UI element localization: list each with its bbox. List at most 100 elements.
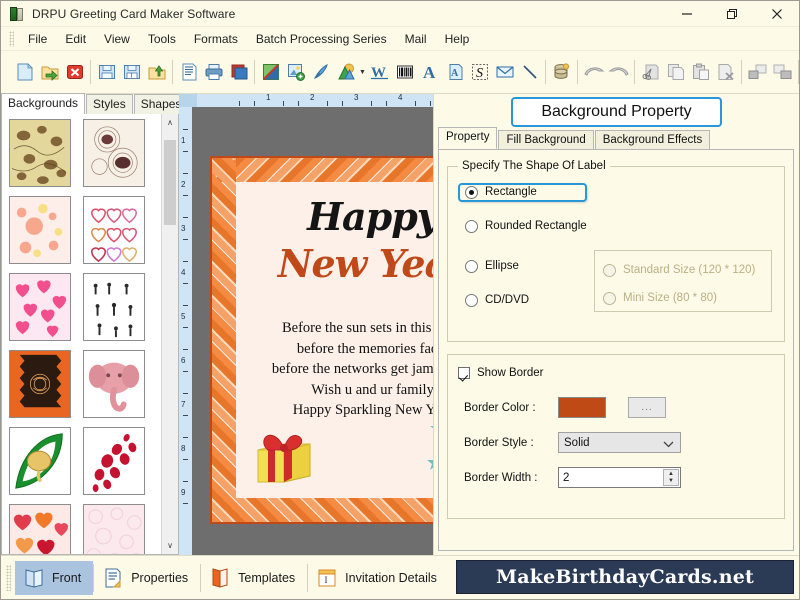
show-border-row[interactable]: Show Border <box>458 363 774 383</box>
scroll-down-arrow-icon[interactable]: ∨ <box>162 537 178 554</box>
background-thumbnail[interactable] <box>9 119 71 187</box>
vertical-ruler: 1 2 3 4 5 6 7 8 9 <box>179 107 192 555</box>
border-style-select[interactable]: Solid <box>558 432 681 453</box>
checkbox-show-border[interactable] <box>458 367 470 379</box>
stepper-buttons[interactable]: ▲ ▼ <box>663 469 679 486</box>
bottom-button-properties[interactable]: Properties <box>94 561 200 595</box>
open-folder-icon[interactable] <box>37 57 62 87</box>
scrollbar-thumb[interactable] <box>164 140 176 225</box>
background-thumbnail[interactable] <box>9 196 71 264</box>
background-thumbnail[interactable] <box>9 504 71 554</box>
bottom-button-invitation-details[interactable]: I Invitation Details <box>308 561 449 595</box>
menu-view[interactable]: View <box>95 29 139 49</box>
database-icon[interactable] <box>549 57 574 87</box>
bottom-button-front[interactable]: Front <box>15 561 93 595</box>
minimize-button[interactable] <box>664 1 709 27</box>
delete-page-icon[interactable] <box>713 57 738 87</box>
redo-arrow-icon[interactable] <box>606 57 631 87</box>
tab-styles[interactable]: Styles <box>86 94 133 114</box>
shape-picker-chevron-down-icon[interactable]: ▼ <box>358 57 367 87</box>
printer-icon[interactable] <box>201 57 226 87</box>
bottom-bar: Front Properties Templates I <box>1 555 799 599</box>
radio-ellipse[interactable] <box>465 260 478 273</box>
teal-stars-image <box>423 414 433 488</box>
toolbar-separator <box>798 60 799 84</box>
cut-scissors-icon[interactable] <box>638 57 663 87</box>
save-as-floppy-icon[interactable]: I <box>119 57 144 87</box>
menu-formats[interactable]: Formats <box>185 29 247 49</box>
line-tool-icon[interactable] <box>517 57 542 87</box>
envelope-icon[interactable] <box>492 57 517 87</box>
menu-edit[interactable]: Edit <box>56 29 95 49</box>
pen-tool-icon[interactable] <box>308 57 333 87</box>
background-thumbnail[interactable] <box>9 427 71 495</box>
background-thumbnail[interactable] <box>83 504 145 554</box>
chevron-down-icon[interactable] <box>663 439 674 451</box>
card-heading-happy[interactable]: Happy <box>212 198 433 236</box>
design-stage[interactable]: Happy New Year Before the sun sets in th… <box>192 107 433 555</box>
text-box-a-icon[interactable]: A <box>442 57 467 87</box>
card-message[interactable]: Before the sun sets in this year, before… <box>238 318 433 421</box>
delete-red-x-icon[interactable] <box>62 57 87 87</box>
tab-fill-background[interactable]: Fill Background <box>498 130 593 149</box>
background-thumbnail[interactable] <box>83 273 145 341</box>
radio-rounded-rectangle[interactable] <box>465 220 478 233</box>
radio-row-standard-size: Standard Size (120 * 120) <box>603 260 763 280</box>
save-floppy-icon[interactable] <box>94 57 119 87</box>
menu-help[interactable]: Help <box>436 29 479 49</box>
tab-property[interactable]: Property <box>438 127 497 149</box>
menu-batch-processing-series[interactable]: Batch Processing Series <box>247 29 396 49</box>
copy-icon[interactable] <box>663 57 688 87</box>
page-setup-icon[interactable] <box>176 57 201 87</box>
card-heading-new-year[interactable]: New Year <box>212 244 433 284</box>
tab-background-effects[interactable]: Background Effects <box>595 130 711 149</box>
toolbar-separator <box>545 60 546 84</box>
background-thumbnail[interactable] <box>83 119 145 187</box>
backgrounds-scrollbar[interactable]: ∧ ∨ <box>161 114 178 554</box>
radio-cd-dvd[interactable] <box>465 294 478 307</box>
radio-rectangle[interactable] <box>465 186 478 199</box>
undo-arrow-icon[interactable] <box>581 57 606 87</box>
background-thumbnail[interactable] <box>9 273 71 341</box>
menu-tools[interactable]: Tools <box>139 29 185 49</box>
watermark-w-icon[interactable]: W <box>367 57 392 87</box>
menu-file[interactable]: File <box>19 29 56 49</box>
background-image-icon[interactable] <box>258 57 283 87</box>
signature-s-icon[interactable]: S <box>467 57 492 87</box>
left-panel-body: ∧ ∨ <box>1 114 179 555</box>
add-image-icon[interactable] <box>283 57 308 87</box>
scroll-up-arrow-icon[interactable]: ∧ <box>162 114 178 131</box>
radio-row-rounded-rectangle[interactable]: Rounded Rectangle <box>465 214 774 238</box>
bring-to-front-icon[interactable] <box>745 57 770 87</box>
stepper-up-icon[interactable]: ▲ <box>664 470 678 478</box>
stepper-down-icon[interactable]: ▼ <box>664 478 678 486</box>
background-thumbnail[interactable] <box>83 350 145 418</box>
send-to-back-icon[interactable] <box>770 57 795 87</box>
tab-backgrounds[interactable]: Backgrounds <box>1 93 85 114</box>
text-a-icon[interactable]: A <box>417 57 442 87</box>
background-property-heading-wrap: Background Property <box>434 94 799 129</box>
background-thumbnail[interactable] <box>9 350 71 418</box>
radio-row-rectangle[interactable]: Rectangle <box>458 180 774 204</box>
close-button[interactable] <box>754 1 799 27</box>
menu-mail[interactable]: Mail <box>396 29 436 49</box>
background-thumbnail-grid <box>2 114 161 554</box>
bottom-button-properties-label: Properties <box>131 571 188 585</box>
border-color-browse-button[interactable]: ... <box>628 397 666 418</box>
border-color-swatch[interactable] <box>558 397 606 418</box>
shape-picker-icon[interactable] <box>333 57 358 87</box>
background-thumbnail[interactable] <box>83 427 145 495</box>
bottom-button-templates[interactable]: Templates <box>201 561 307 595</box>
ruler-h-number: 3 <box>354 94 358 102</box>
paste-icon[interactable] <box>688 57 713 87</box>
border-width-stepper[interactable]: 2 ▲ ▼ <box>558 467 681 488</box>
export-folder-icon[interactable] <box>144 57 169 87</box>
ruler-v-number: 9 <box>181 488 185 497</box>
greeting-card-preview[interactable]: Happy New Year Before the sun sets in th… <box>210 156 433 524</box>
rectangle-highlight-box[interactable]: Rectangle <box>458 183 587 202</box>
maximize-button[interactable] <box>709 1 754 27</box>
new-document-icon[interactable] <box>12 57 37 87</box>
layers-icon[interactable] <box>226 57 251 87</box>
barcode-icon[interactable] <box>392 57 417 87</box>
background-thumbnail[interactable] <box>83 196 145 264</box>
